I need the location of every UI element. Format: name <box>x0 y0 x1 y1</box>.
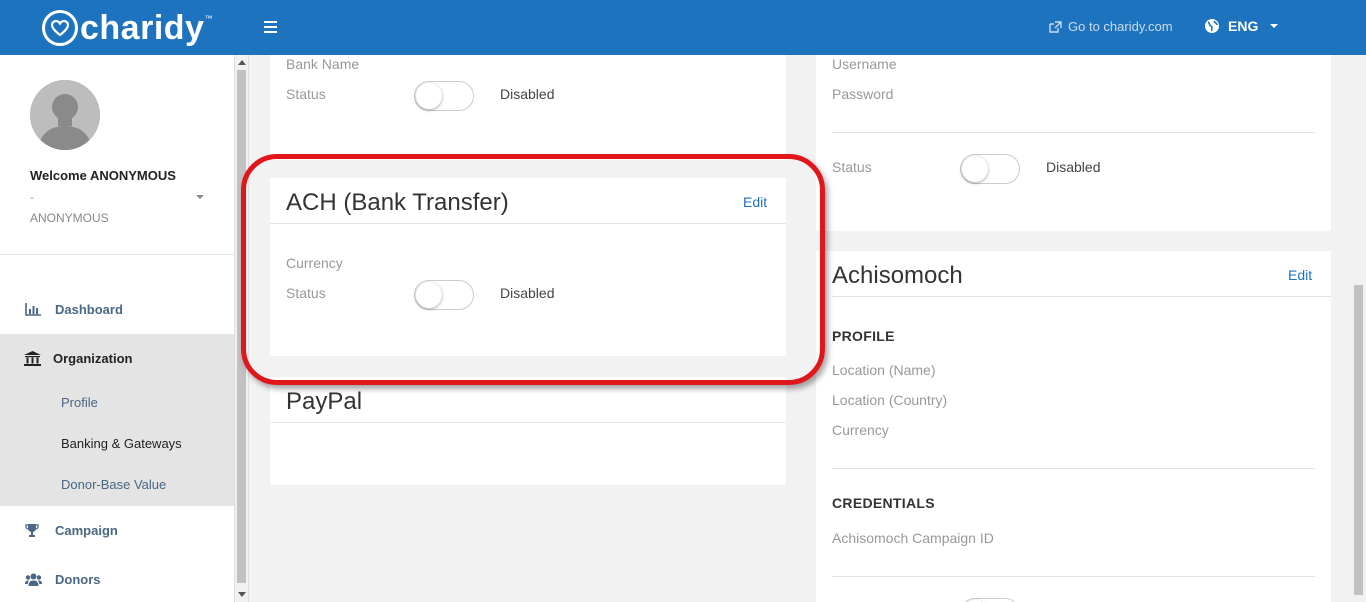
chevron-down-icon <box>1270 24 1279 28</box>
sidebar-subitem-banking-gateways[interactable]: Banking & Gateways <box>61 436 182 451</box>
sidebar-scrollbar-thumb[interactable] <box>237 70 246 583</box>
sidebar-item-campaign-label: Campaign <box>55 522 118 538</box>
sidebar-scrollbar[interactable] <box>234 55 249 602</box>
sidebar-item-organization-label: Organization <box>53 350 133 366</box>
profile-heading: PROFILE <box>832 328 895 344</box>
paypal-card: PayPal <box>270 377 786 485</box>
sidebar-item-organization[interactable]: Organization <box>0 338 132 378</box>
status-label: Status <box>286 86 326 102</box>
sidebar-item-dashboard-label: Dashboard <box>55 301 123 317</box>
ach-status-toggle[interactable] <box>414 280 474 310</box>
page-scrollbar[interactable] <box>1351 55 1366 602</box>
sidebar: Welcome ANONYMOUS - ANONYMOUS Dashboard … <box>0 55 234 602</box>
trademark-symbol: ™ <box>204 14 213 23</box>
users-icon <box>25 573 45 586</box>
ach-edit-button[interactable]: Edit <box>743 194 767 210</box>
user-menu-caret-icon[interactable] <box>196 195 204 199</box>
brand-name: charidy <box>80 9 205 47</box>
bar-chart-icon <box>25 302 45 316</box>
charidy-logo[interactable]: charidy ™ <box>42 10 212 46</box>
ach-card-title: ACH (Bank Transfer) <box>286 189 509 216</box>
sidebar-item-donors[interactable]: Donors <box>0 559 234 599</box>
achisomoch-card: Achisomoch Edit PROFILE Location (Name) … <box>816 251 1331 602</box>
language-label: ENG <box>1228 18 1259 34</box>
external-link-icon <box>1049 20 1062 33</box>
sidebar-divider <box>0 254 234 255</box>
username-label: Username <box>832 56 897 72</box>
status-toggle[interactable] <box>960 154 1020 184</box>
page-scrollbar-thumb[interactable] <box>1354 285 1363 595</box>
card-divider <box>832 132 1315 133</box>
trophy-icon <box>25 523 45 537</box>
user-role: ANONYMOUS <box>30 211 109 225</box>
status-value: Disabled <box>500 86 555 102</box>
card-divider <box>270 422 786 423</box>
avatar[interactable] <box>30 80 100 150</box>
globe-icon <box>1205 19 1219 33</box>
institution-icon <box>24 350 44 366</box>
bank-transfer-card: Bank Name Status Disabled <box>270 55 786 160</box>
card-divider <box>270 223 786 224</box>
bank-name-label: Bank Name <box>286 56 360 72</box>
scroll-down-arrow-icon[interactable] <box>238 592 246 597</box>
go-to-charidy-label: Go to charidy.com <box>1068 19 1173 34</box>
charidy-logo-icon <box>42 10 78 46</box>
scroll-up-arrow-icon[interactable] <box>238 60 246 65</box>
card-divider <box>832 576 1315 577</box>
sidebar-group-organization: Organization Profile Banking & Gateways … <box>0 334 234 506</box>
go-to-charidy-link[interactable]: Go to charidy.com <box>1049 19 1173 34</box>
status-toggle-partial[interactable] <box>960 598 1020 602</box>
sidebar-item-campaign[interactable]: Campaign <box>0 510 234 550</box>
location-name-label: Location (Name) <box>832 362 936 378</box>
campaign-id-label: Achisomoch Campaign ID <box>832 530 994 546</box>
card-divider <box>832 296 1331 297</box>
sidebar-subitem-donor-base-value[interactable]: Donor-Base Value <box>61 477 166 492</box>
credentials-heading: CREDENTIALS <box>832 495 935 511</box>
status-toggle[interactable] <box>414 81 474 111</box>
welcome-text: Welcome ANONYMOUS <box>30 168 176 183</box>
achisomoch-card-title: Achisomoch <box>832 262 963 289</box>
status-value: Disabled <box>1046 159 1101 175</box>
ach-status-value: Disabled <box>500 285 555 301</box>
achisomoch-edit-button[interactable]: Edit <box>1288 267 1312 283</box>
sidebar-item-dashboard[interactable]: Dashboard <box>0 289 234 329</box>
sidebar-item-donors-label: Donors <box>55 571 101 587</box>
location-country-label: Location (Country) <box>832 392 948 408</box>
language-selector[interactable]: ENG <box>1204 18 1279 34</box>
menu-toggle-icon[interactable] <box>264 21 277 33</box>
password-label: Password <box>832 86 894 102</box>
ach-status-label: Status <box>286 285 326 301</box>
sidebar-subitem-profile[interactable]: Profile <box>61 395 98 410</box>
user-dash: - <box>30 190 34 204</box>
ach-card: ACH (Bank Transfer) Edit Currency Status… <box>270 178 786 356</box>
ach-currency-label: Currency <box>286 255 343 271</box>
top-navbar: charidy ™ Go to charidy.com ENG <box>0 0 1366 55</box>
currency-label: Currency <box>832 422 889 438</box>
gateway-credentials-card: Username Password Status Disabled <box>816 55 1331 231</box>
paypal-card-title: PayPal <box>286 388 363 415</box>
status-label: Status <box>832 159 872 175</box>
card-divider <box>832 468 1315 469</box>
